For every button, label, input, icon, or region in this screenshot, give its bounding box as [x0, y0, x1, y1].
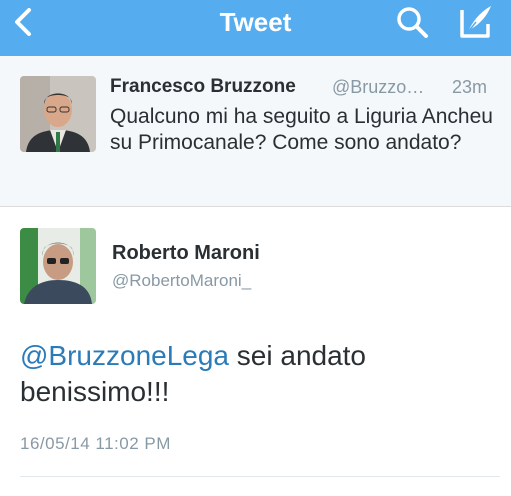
author-handle[interactable]: @Bruzzo…	[332, 77, 424, 98]
compose-tweet-icon	[460, 6, 491, 38]
author-handle[interactable]: @RobertoMaroni_	[112, 271, 251, 291]
avatar[interactable]	[20, 76, 96, 152]
author-name[interactable]: Roberto Maroni	[112, 242, 260, 265]
mention-link[interactable]: @BruzzoneLega	[20, 340, 229, 371]
avatar[interactable]	[20, 228, 96, 304]
tweet-text: Qualcuno mi ha seguito a Liguria Ancheu …	[110, 105, 493, 154]
divider	[20, 476, 500, 477]
tweet-text: @BruzzoneLega sei andato benissimo!!!	[20, 338, 490, 410]
search-icon	[397, 7, 428, 38]
author-name[interactable]: Francesco Bruzzone	[110, 76, 296, 98]
page-title: Tweet	[219, 7, 292, 37]
compose-button[interactable]	[454, 2, 496, 42]
tweet-date: 16/05/14 11:02 PM	[20, 434, 171, 453]
tweet-timestamp: 23m	[452, 77, 488, 97]
navigation-bar: Tweet	[0, 0, 511, 56]
in-reply-to-tweet[interactable]: Francesco Bruzzone @Bruzzo… 23m Qualcuno…	[0, 56, 511, 207]
search-button[interactable]	[394, 4, 430, 40]
